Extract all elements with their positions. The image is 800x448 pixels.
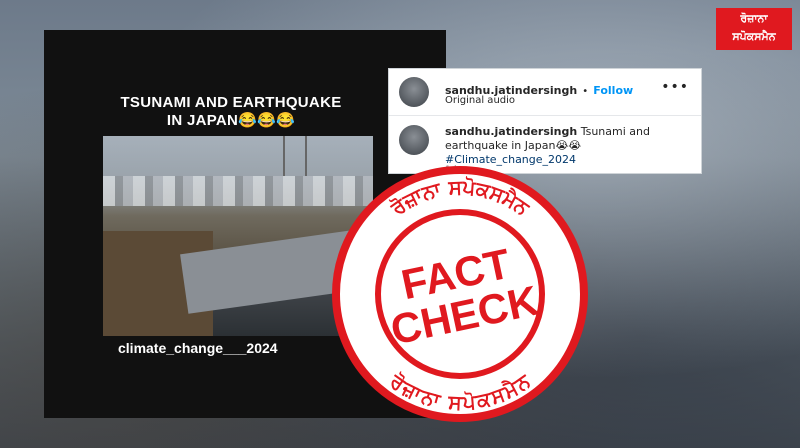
- more-options-icon[interactable]: •••: [661, 79, 689, 95]
- rozana-spokesman-logo: ਰੋਜ਼ਾਨਾ ਸਪੋਕਸਮੈਨ: [716, 8, 792, 50]
- audio-label[interactable]: Original audio: [445, 95, 691, 106]
- instagram-post-card: sandhu.jatindersingh • Follow Original a…: [388, 68, 702, 175]
- divider: [389, 115, 701, 116]
- video-caption: climate_change___2024: [118, 340, 278, 356]
- fact-check-stamp: ਰੋਜ਼ਾਨਾ ਸਪੋਕਸਮੈਨ ਰੋਜ਼ਾਨਾ ਸਪੋਕਸਮੈਨ FACT C…: [332, 166, 588, 422]
- video-title-line-2: IN JAPAN😂😂😂: [166, 112, 296, 129]
- comment-username[interactable]: sandhu.jatindersingh: [445, 125, 577, 138]
- comment: sandhu.jatindersingh Tsunami and earthqu…: [445, 125, 691, 167]
- comment-avatar[interactable]: [399, 125, 429, 155]
- video-title-line-1: TSUNAMI AND EARTHQUAKE: [120, 94, 342, 111]
- video-title: TSUNAMI AND EARTHQUAKE IN JAPAN😂😂😂: [78, 94, 384, 130]
- avatar[interactable]: [399, 77, 429, 107]
- logo-line-2: ਸਪੋਕਸਮੈਨ: [732, 30, 776, 43]
- logo-line-1: ਰੋਜ਼ਾਨਾ: [740, 12, 768, 25]
- frame-tower: [283, 136, 307, 176]
